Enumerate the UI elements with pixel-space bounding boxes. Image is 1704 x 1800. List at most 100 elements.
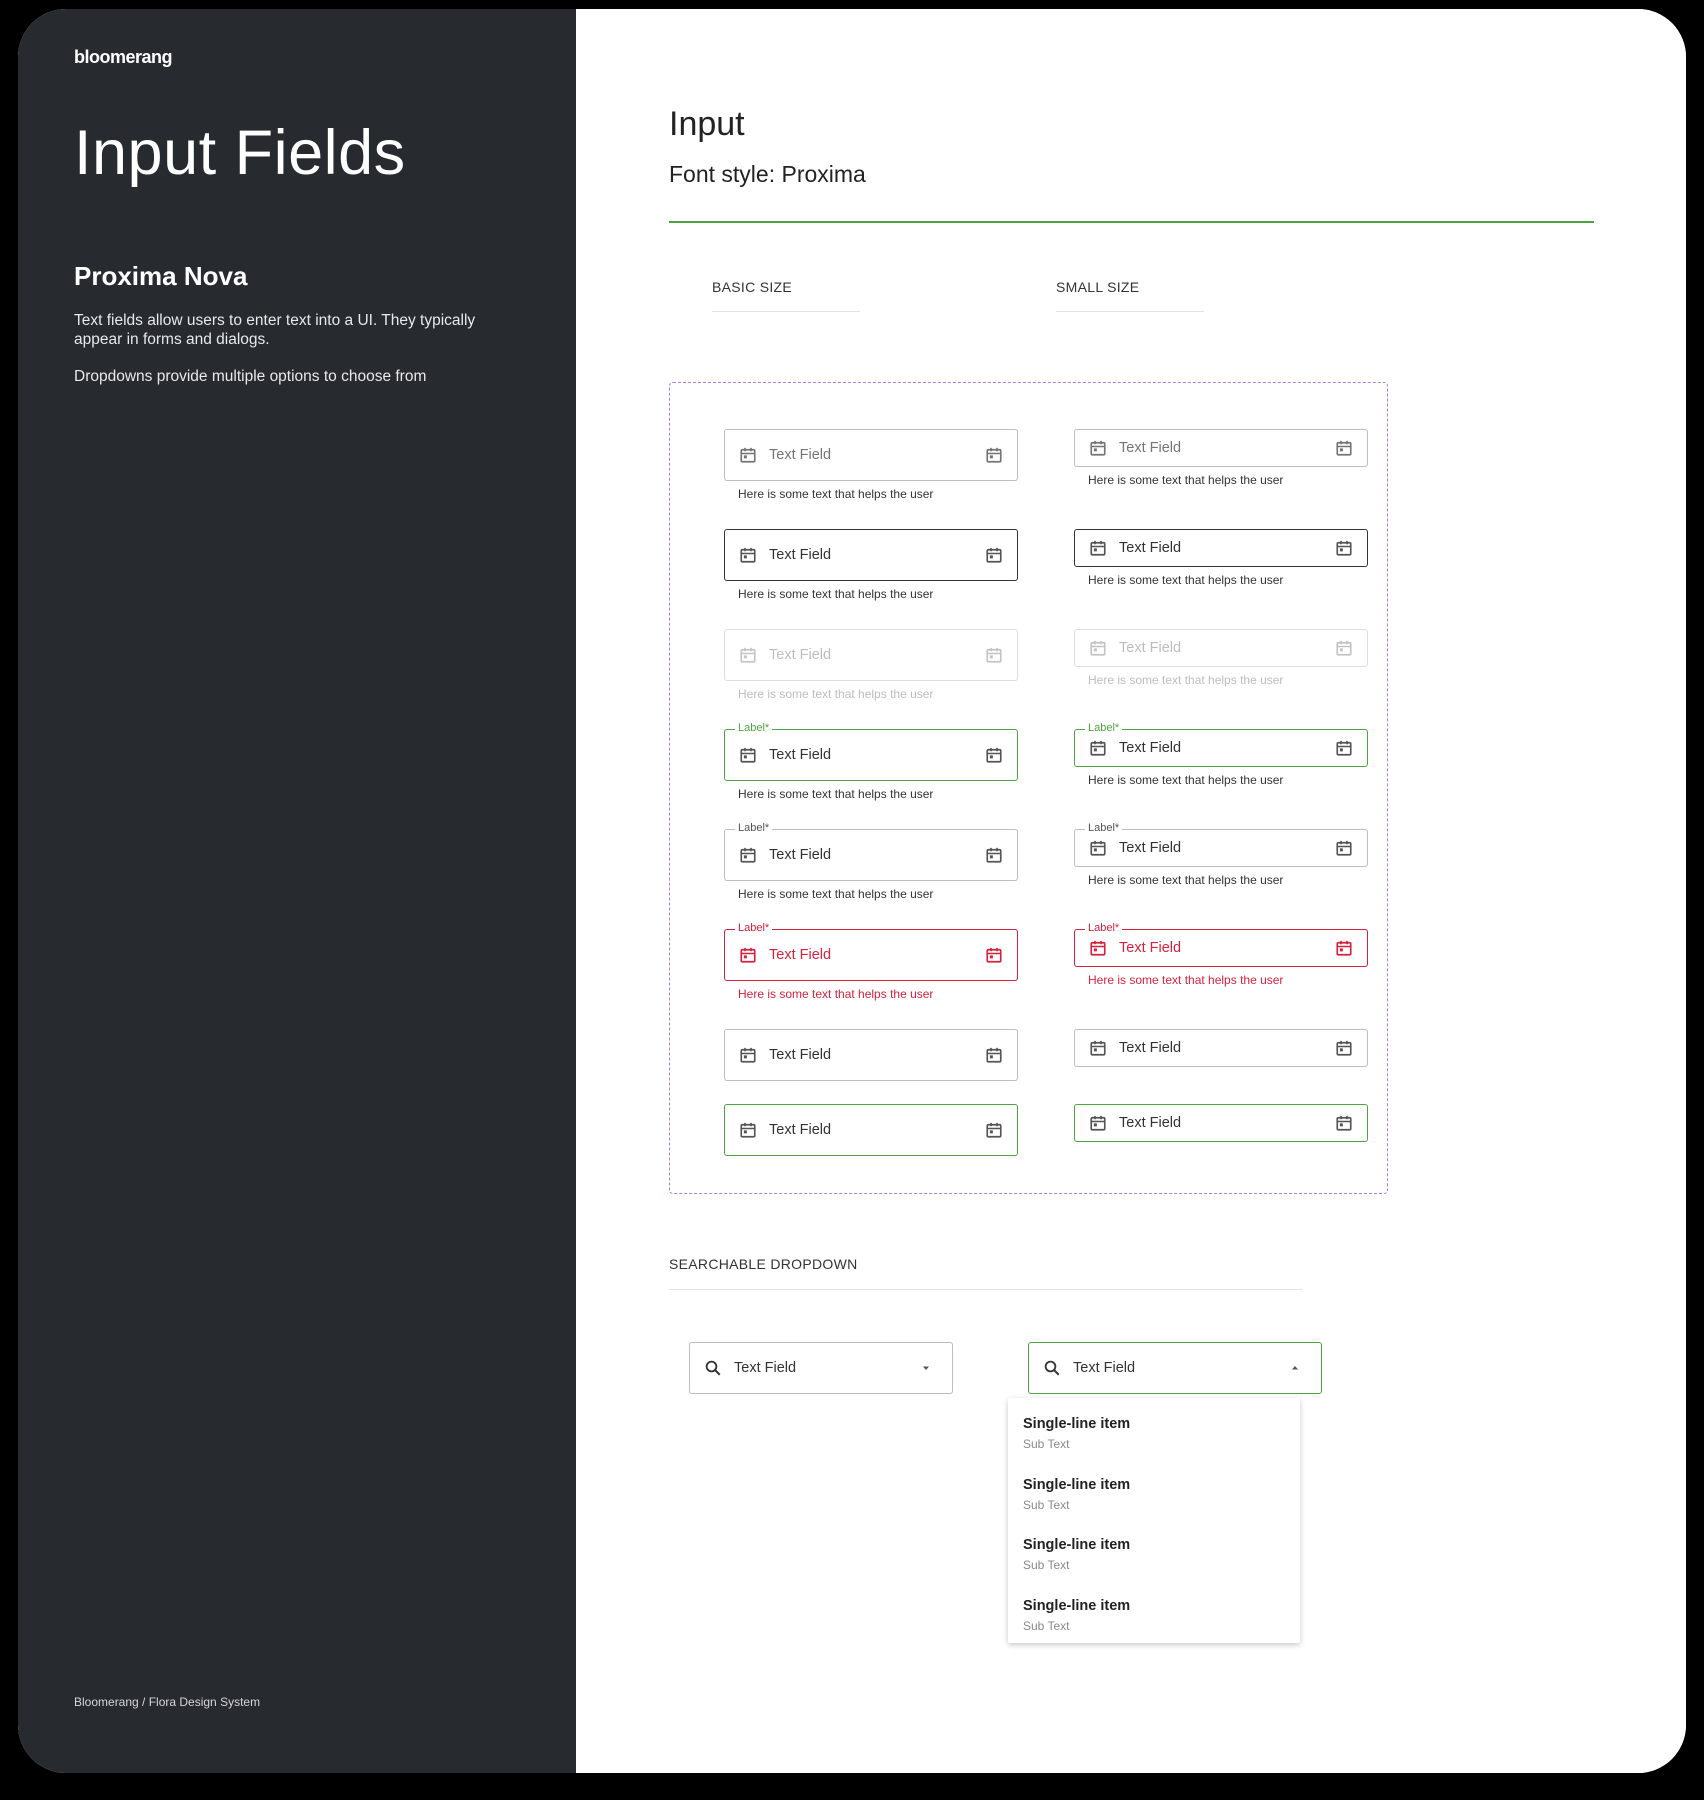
calendar-icon [1336, 1115, 1352, 1131]
helper-text: Here is some text that helps the user [1088, 473, 1284, 487]
field-value: Text Field [769, 947, 832, 963]
menu-item-subtext: Sub Text [1023, 1498, 1070, 1512]
search-icon [705, 1360, 721, 1376]
calendar-icon [986, 547, 1002, 563]
calendar-icon [1336, 840, 1352, 856]
field-value: Text Field [769, 447, 832, 463]
text-field-basic[interactable]: Label* Text Field [724, 722, 1018, 781]
helper-text: Here is some text that helps the user [738, 987, 934, 1001]
field-value: Text Field [769, 647, 832, 663]
text-field-basic: Text Field [724, 629, 1018, 681]
calendar-icon [740, 947, 756, 963]
calendar-icon [1090, 440, 1106, 456]
text-field-basic[interactable]: Label* Text Field [724, 822, 1018, 881]
field-value: Text Field [769, 547, 832, 563]
field-value: Text Field [1119, 740, 1182, 756]
menu-item[interactable]: Single-line item Sub Text [1023, 1416, 1130, 1451]
dropdown-value: Text Field [734, 1360, 797, 1376]
section-subtitle: Font style: Proxima [669, 161, 866, 187]
helper-text: Here is some text that helps the user [1088, 873, 1284, 887]
artboard: bloomerang Input Fields Proxima Nova Tex… [18, 9, 1686, 1773]
calendar-icon [986, 947, 1002, 963]
footer-breadcrumb: Bloomerang / Flora Design System [74, 1695, 261, 1709]
column-heading-underline [1056, 311, 1204, 312]
menu-item-subtext: Sub Text [1023, 1437, 1070, 1451]
field-value: Text Field [1119, 1040, 1182, 1056]
calendar-icon [1336, 1040, 1352, 1056]
text-field-small[interactable]: Text Field [1074, 1029, 1368, 1067]
calendar-icon [740, 647, 756, 663]
text-field-basic[interactable]: Text Field [724, 1029, 1018, 1081]
menu-item-subtext: Sub Text [1023, 1619, 1070, 1633]
field-value: Text Field [1119, 540, 1182, 556]
calendar-icon [986, 647, 1002, 663]
calendar-icon [1090, 840, 1106, 856]
text-field-small[interactable]: Label* Text Field [1074, 822, 1368, 867]
brand-logo: bloomerang [74, 47, 173, 67]
helper-text: Here is some text that helps the user [738, 687, 934, 701]
text-field-small[interactable]: Label* Text Field [1074, 922, 1368, 967]
menu-item[interactable]: Single-line item Sub Text [1023, 1537, 1130, 1572]
field-label: Label* [1085, 722, 1123, 734]
searchable-dropdown-open[interactable]: Text Field [1028, 1342, 1322, 1394]
sidebar: bloomerang Input Fields Proxima Nova Tex… [18, 9, 576, 1773]
dropdown-value: Text Field [1073, 1360, 1136, 1376]
helper-text: Here is some text that helps the user [738, 887, 934, 901]
menu-item-title: Single-line item [1023, 1598, 1131, 1614]
text-field-small[interactable]: Text Field [1074, 529, 1368, 567]
calendar-icon [1090, 940, 1106, 956]
searchable-dropdown-closed[interactable]: Text Field [689, 1342, 953, 1394]
calendar-icon [1336, 440, 1352, 456]
dropdown-menu: Single-line item Sub Text Single-line it… [1008, 1398, 1300, 1643]
menu-item-subtext: Sub Text [1023, 1558, 1070, 1572]
field-value: Text Field [1119, 440, 1182, 456]
text-field-small: Text Field [1074, 629, 1368, 667]
helper-text: Here is some text that helps the user [738, 487, 934, 501]
field-value: Text Field [769, 847, 832, 863]
calendar-icon [1336, 540, 1352, 556]
helper-text: Here is some text that helps the user [738, 787, 934, 801]
field-value: Text Field [1119, 640, 1182, 656]
field-label: Label* [1085, 822, 1123, 834]
column-heading-underline [712, 311, 860, 312]
field-value: Text Field [769, 1047, 832, 1063]
text-field-basic[interactable]: Text Field [724, 429, 1018, 481]
calendar-icon [986, 747, 1002, 763]
menu-item-title: Single-line item [1023, 1477, 1131, 1493]
description-text-fields: Text fields allow users to enter text in… [74, 312, 476, 348]
field-value: Text Field [769, 747, 832, 763]
page-title: Input Fields [74, 118, 406, 188]
field-value: Text Field [1119, 940, 1182, 956]
field-value: Text Field [1119, 840, 1182, 856]
menu-item-title: Single-line item [1023, 1537, 1131, 1553]
text-field-small[interactable]: Text Field [1074, 429, 1368, 467]
column-heading-small: SMALL SIZE [1056, 279, 1140, 295]
helper-text: Here is some text that helps the user [738, 587, 934, 601]
dropdown-heading: SEARCHABLE DROPDOWN [669, 1256, 858, 1272]
section-title: Input [669, 105, 745, 143]
column-heading-basic: BASIC SIZE [712, 279, 793, 295]
text-field-basic[interactable]: Label* Text Field [724, 922, 1018, 981]
calendar-icon [986, 447, 1002, 463]
caret-down-icon [923, 1366, 929, 1370]
calendar-icon [1090, 740, 1106, 756]
field-label: Label* [1085, 922, 1123, 934]
menu-item-title: Single-line item [1023, 1416, 1131, 1432]
calendar-icon [1090, 1040, 1106, 1056]
text-field-small[interactable]: Label* Text Field [1074, 722, 1368, 767]
field-label: Label* [735, 922, 773, 934]
menu-item[interactable]: Single-line item Sub Text [1023, 1598, 1130, 1633]
search-icon [1044, 1360, 1060, 1376]
helper-text: Here is some text that helps the user [1088, 573, 1284, 587]
text-field-basic[interactable]: Text Field [724, 529, 1018, 581]
calendar-icon [740, 747, 756, 763]
calendar-icon [1336, 940, 1352, 956]
helper-text: Here is some text that helps the user [1088, 973, 1284, 987]
text-field-small[interactable]: Text Field [1074, 1104, 1368, 1142]
menu-item[interactable]: Single-line item Sub Text [1023, 1477, 1130, 1512]
calendar-icon [986, 847, 1002, 863]
text-field-basic[interactable]: Text Field [724, 1104, 1018, 1156]
calendar-icon [1336, 740, 1352, 756]
calendar-icon [1090, 640, 1106, 656]
calendar-icon [986, 1122, 1002, 1138]
